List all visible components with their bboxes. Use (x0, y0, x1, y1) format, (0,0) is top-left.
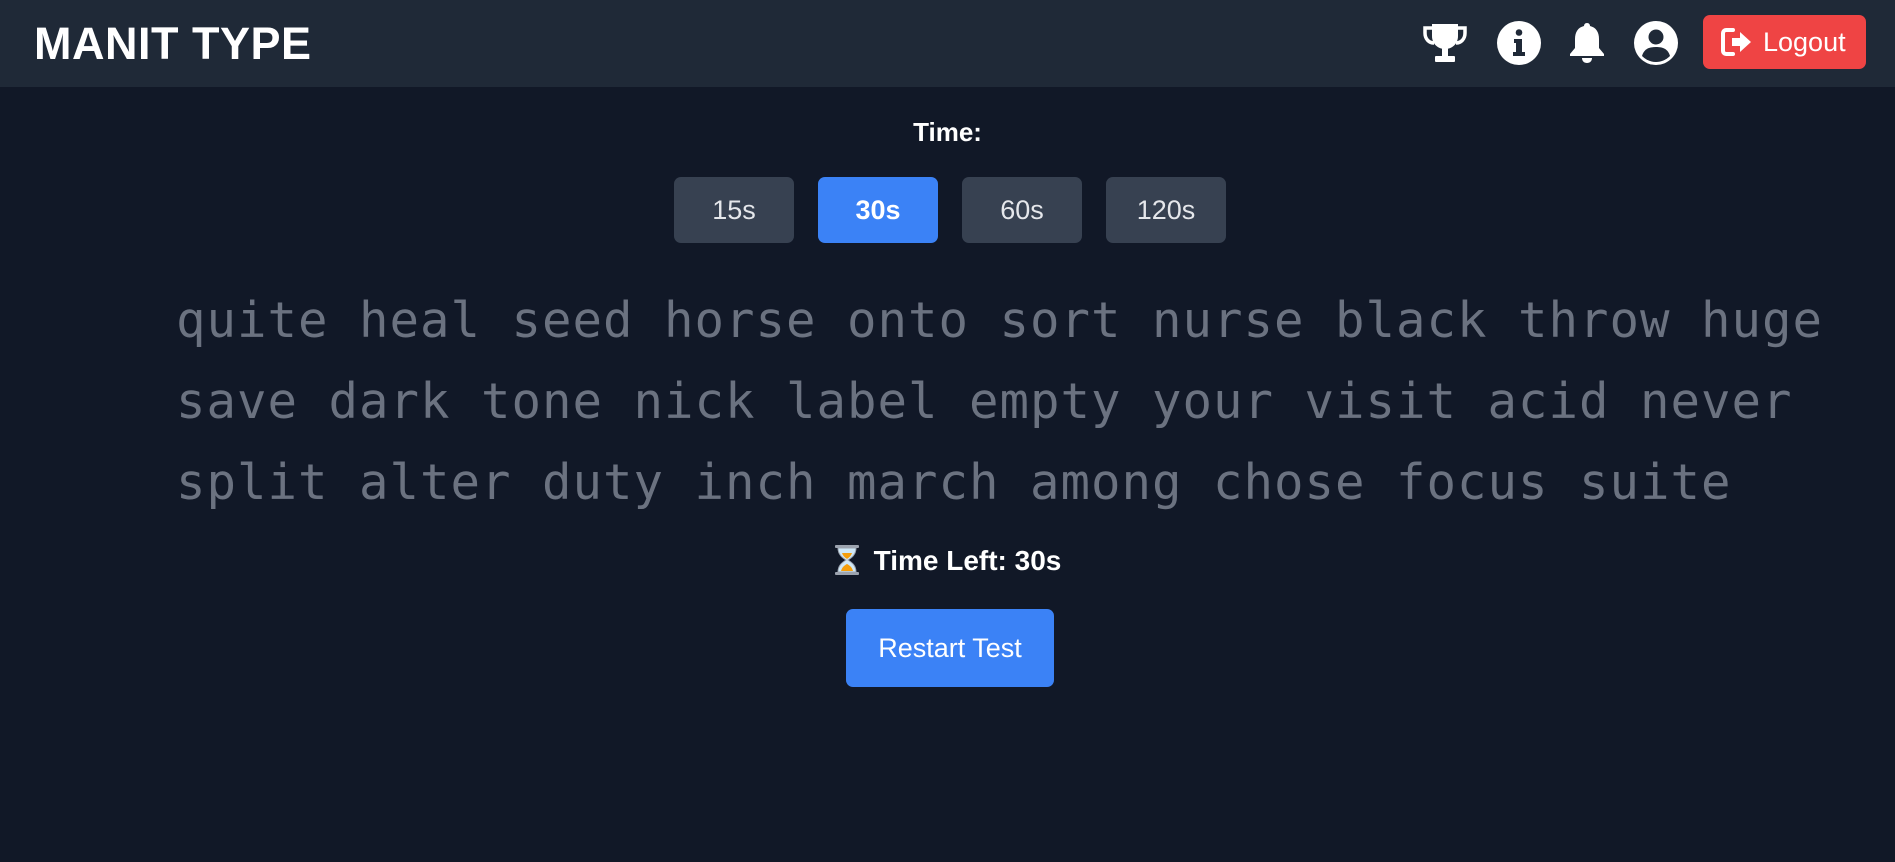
word-line: split alter duty inch march among chose … (176, 454, 1732, 511)
app-title[interactable]: MANIT TYPE (34, 18, 312, 70)
time-left-text: Time Left: 30s (873, 545, 1062, 576)
user-icon[interactable] (1633, 20, 1679, 66)
bell-icon[interactable] (1564, 20, 1610, 66)
sign-out-icon (1721, 28, 1751, 56)
top-navbar: MANIT TYPE Logout (0, 0, 1895, 87)
time-option-30s[interactable]: 30s (818, 177, 938, 243)
restart-test-button[interactable]: Restart Test (846, 609, 1054, 687)
logout-button[interactable]: Logout (1703, 15, 1866, 69)
word-line: quite heal seed horse onto sort nurse bl… (176, 292, 1824, 349)
typing-words[interactable]: quite heal seed horse onto sort nurse bl… (176, 280, 1824, 523)
time-left-display: Time Left: 30s (0, 544, 1895, 579)
time-option-60s[interactable]: 60s (962, 177, 1082, 243)
logout-label: Logout (1763, 26, 1846, 57)
time-options: 15s 30s 60s 120s (674, 177, 1226, 243)
trophy-icon[interactable] (1422, 20, 1468, 66)
word-line: save dark tone nick label empty your vis… (176, 373, 1793, 430)
time-option-15s[interactable]: 15s (674, 177, 794, 243)
hourglass-icon (834, 544, 859, 575)
info-icon[interactable] (1496, 20, 1542, 66)
time-option-120s[interactable]: 120s (1106, 177, 1226, 243)
time-label: Time: (913, 117, 982, 147)
